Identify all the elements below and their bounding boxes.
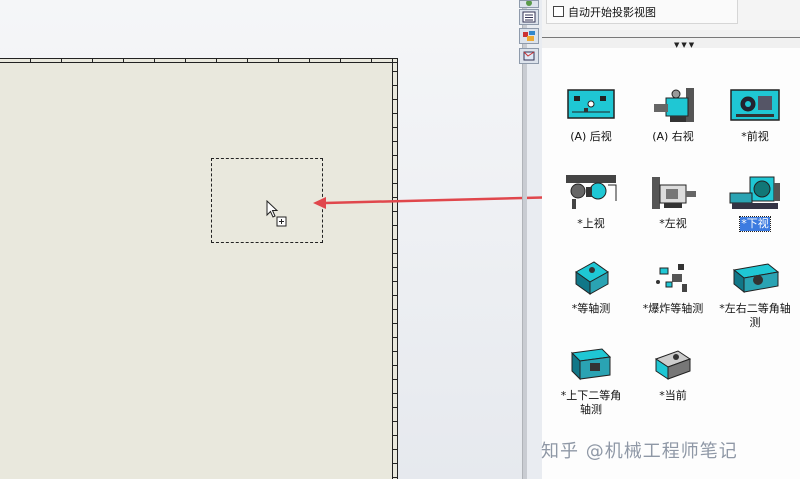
sheet-right-border [392,58,398,479]
auto-start-checkbox[interactable] [553,6,564,17]
view-label: *左右二等角轴测 [719,302,791,329]
view-item-bottom[interactable]: *下视 [712,173,798,232]
view-thumbnail [646,173,700,213]
auto-start-option[interactable]: 自动开始投影视图 [546,0,738,24]
view-thumbnail [564,86,618,126]
view-item-back[interactable]: (A) 后视 [548,86,634,144]
view-palette-icon[interactable] [519,48,539,64]
view-item-isometric[interactable]: *等轴测 [548,258,634,316]
view-thumbnail [646,345,700,385]
view-thumbnail [728,173,782,213]
panel-splitter[interactable] [522,0,527,479]
property-list-icon[interactable] [519,9,539,25]
view-label: *爆炸等轴测 [642,302,704,315]
view-item-exploded-isometric[interactable]: *爆炸等轴测 [630,258,716,316]
view-item-left[interactable]: *左视 [630,173,716,231]
panel-options: 自动开始投影视图 [542,0,800,30]
view-thumbnail [564,258,618,298]
view-thumbnail [646,86,700,126]
view-label: *上视 [577,217,605,230]
drag-cursor-icon [266,199,290,233]
view-item-front[interactable]: *前视 [712,86,798,144]
view-label: *等轴测 [571,302,611,315]
view-label: *当前 [659,389,687,402]
view-label: *下视 [739,216,771,232]
view-palette-panel: 自动开始投影视图 ▼▼▼ (A) 后视 (A) 右视 *前视 *上视 *左视 *… [542,0,800,479]
view-grid: (A) 后视 (A) 右视 *前视 *上视 *左视 *下视 *等轴测 *爆炸等轴… [542,48,800,479]
view-label: *左视 [659,217,687,230]
view-thumbnail [564,345,618,385]
watermark: 知乎 @机械工程师笔记 [541,441,738,462]
sheet-top-border [0,58,398,63]
view-item-top[interactable]: *上视 [548,173,634,231]
view-thumbnail [728,258,782,298]
view-label: *前视 [741,130,769,143]
view-item-right[interactable]: (A) 右视 [630,86,716,144]
view-item-current[interactable]: *当前 [630,345,716,403]
design-library-icon[interactable] [519,0,539,8]
view-thumbnail [646,258,700,298]
view-thumbnail [728,86,782,126]
view-item-dimetric-tb[interactable]: *上下二等角轴测 [548,345,634,417]
drawing-sheet[interactable] [0,58,398,479]
auto-start-label: 自动开始投影视图 [568,5,656,19]
view-label: (A) 后视 [570,130,612,143]
view-label: *上下二等角轴测 [560,389,622,416]
palette-icon[interactable] [519,28,539,44]
view-label: (A) 右视 [652,130,694,143]
view-thumbnail [564,173,618,213]
panel-divider[interactable] [542,37,800,48]
view-item-dimetric-lr[interactable]: *左右二等角轴测 [712,258,798,330]
